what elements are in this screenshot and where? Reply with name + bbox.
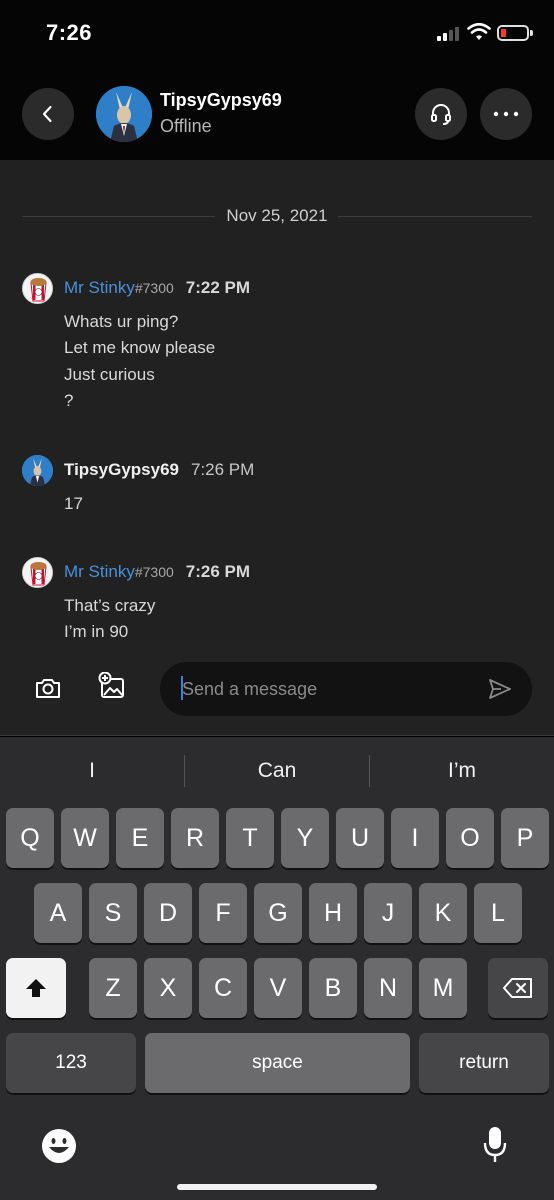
delete-icon xyxy=(503,978,532,998)
author-name[interactable]: Mr Stinky xyxy=(64,278,135,297)
message-text: Let me know please xyxy=(64,338,216,357)
voice-call-button[interactable] xyxy=(415,88,467,140)
message-text: 17 xyxy=(64,494,83,513)
headset-icon xyxy=(431,104,451,125)
key-h[interactable]: H xyxy=(309,883,357,943)
key-p[interactable]: P xyxy=(501,808,549,868)
emoji-icon[interactable] xyxy=(40,1127,78,1165)
numbers-key[interactable]: 123 xyxy=(6,1033,136,1093)
key-f[interactable]: F xyxy=(199,883,247,943)
key-d[interactable]: D xyxy=(144,883,192,943)
key-j[interactable]: J xyxy=(364,883,412,943)
key-w[interactable]: W xyxy=(61,808,109,868)
delete-key[interactable] xyxy=(488,958,548,1018)
chat-header: TipsyGypsy69 Offline xyxy=(0,68,554,160)
send-icon[interactable] xyxy=(488,678,512,700)
suggestion-1[interactable]: I xyxy=(0,755,184,787)
key-v[interactable]: V xyxy=(254,958,302,1018)
key-u[interactable]: U xyxy=(336,808,384,868)
message-text: ? xyxy=(64,391,74,410)
space-key[interactable]: space xyxy=(145,1033,410,1093)
battery-icon xyxy=(497,25,529,41)
message-text: Just curious xyxy=(64,365,155,384)
message-time: 7:22 PM xyxy=(185,278,251,297)
author-name[interactable]: TipsyGypsy69 xyxy=(64,460,179,479)
more-icon xyxy=(493,111,519,117)
message-header: Mr Stinky#7300 7:26 PM xyxy=(64,562,250,582)
shift-key[interactable] xyxy=(6,958,66,1018)
key-o[interactable]: O xyxy=(446,808,494,868)
shift-icon xyxy=(26,979,46,997)
add-image-icon[interactable] xyxy=(98,672,126,700)
key-k[interactable]: K xyxy=(419,883,467,943)
wifi-icon xyxy=(467,23,491,40)
message-text: Whats ur ping? xyxy=(64,312,179,331)
key-x[interactable]: X xyxy=(144,958,192,1018)
key-g[interactable]: G xyxy=(254,883,302,943)
author-tag: #7300 xyxy=(134,280,174,296)
message-time: 7:26 PM xyxy=(185,562,251,581)
back-button[interactable] xyxy=(22,88,74,140)
message-list[interactable]: Nov 25, 2021 Mr Stinky#7300 7:22 PM Whats… xyxy=(0,160,554,640)
back-icon xyxy=(42,105,52,123)
avatar[interactable] xyxy=(22,273,53,304)
contact-avatar[interactable] xyxy=(96,86,152,142)
message-text: That’s crazy xyxy=(64,596,156,615)
message-input[interactable] xyxy=(160,662,532,716)
return-key[interactable]: return xyxy=(419,1033,549,1093)
message-header: TipsyGypsy69 7:26 PM xyxy=(64,460,254,480)
suggestion-2[interactable]: Can xyxy=(185,755,369,787)
microphone-icon[interactable] xyxy=(482,1125,508,1165)
message-header: Mr Stinky#7300 7:22 PM xyxy=(64,278,250,298)
key-b[interactable]: B xyxy=(309,958,357,1018)
key-q[interactable]: Q xyxy=(6,808,54,868)
avatar[interactable] xyxy=(22,455,53,486)
key-c[interactable]: C xyxy=(199,958,247,1018)
signal-icon xyxy=(437,27,461,41)
contact-name: TipsyGypsy69 xyxy=(160,90,282,110)
status-bar: 7:26 xyxy=(0,0,554,68)
camera-icon[interactable] xyxy=(34,674,62,702)
key-t[interactable]: T xyxy=(226,808,274,868)
status-time: 7:26 xyxy=(46,20,93,45)
key-y[interactable]: Y xyxy=(281,808,329,868)
text-cursor xyxy=(181,676,183,700)
key-s[interactable]: S xyxy=(89,883,137,943)
contact-status: Offline xyxy=(160,116,212,136)
key-e[interactable]: E xyxy=(116,808,164,868)
key-l[interactable]: L xyxy=(474,883,522,943)
keyboard: I Can I’m Q W E R T Y U I O P A S D F G … xyxy=(0,737,554,1200)
author-tag: #7300 xyxy=(134,564,174,580)
key-a[interactable]: A xyxy=(34,883,82,943)
message-text: I’m in 90 xyxy=(64,622,129,640)
key-z[interactable]: Z xyxy=(89,958,137,1018)
suggestion-3[interactable]: I’m xyxy=(370,755,554,787)
key-n[interactable]: N xyxy=(364,958,412,1018)
message-composer xyxy=(0,640,554,736)
home-indicator[interactable] xyxy=(177,1184,377,1190)
message-time: 7:26 PM xyxy=(190,460,255,479)
more-options-button[interactable] xyxy=(480,88,532,140)
date-separator: Nov 25, 2021 xyxy=(216,206,338,225)
author-name[interactable]: Mr Stinky xyxy=(64,562,135,581)
key-i[interactable]: I xyxy=(391,808,439,868)
key-r[interactable]: R xyxy=(171,808,219,868)
key-m[interactable]: M xyxy=(419,958,467,1018)
avatar[interactable] xyxy=(22,557,53,588)
